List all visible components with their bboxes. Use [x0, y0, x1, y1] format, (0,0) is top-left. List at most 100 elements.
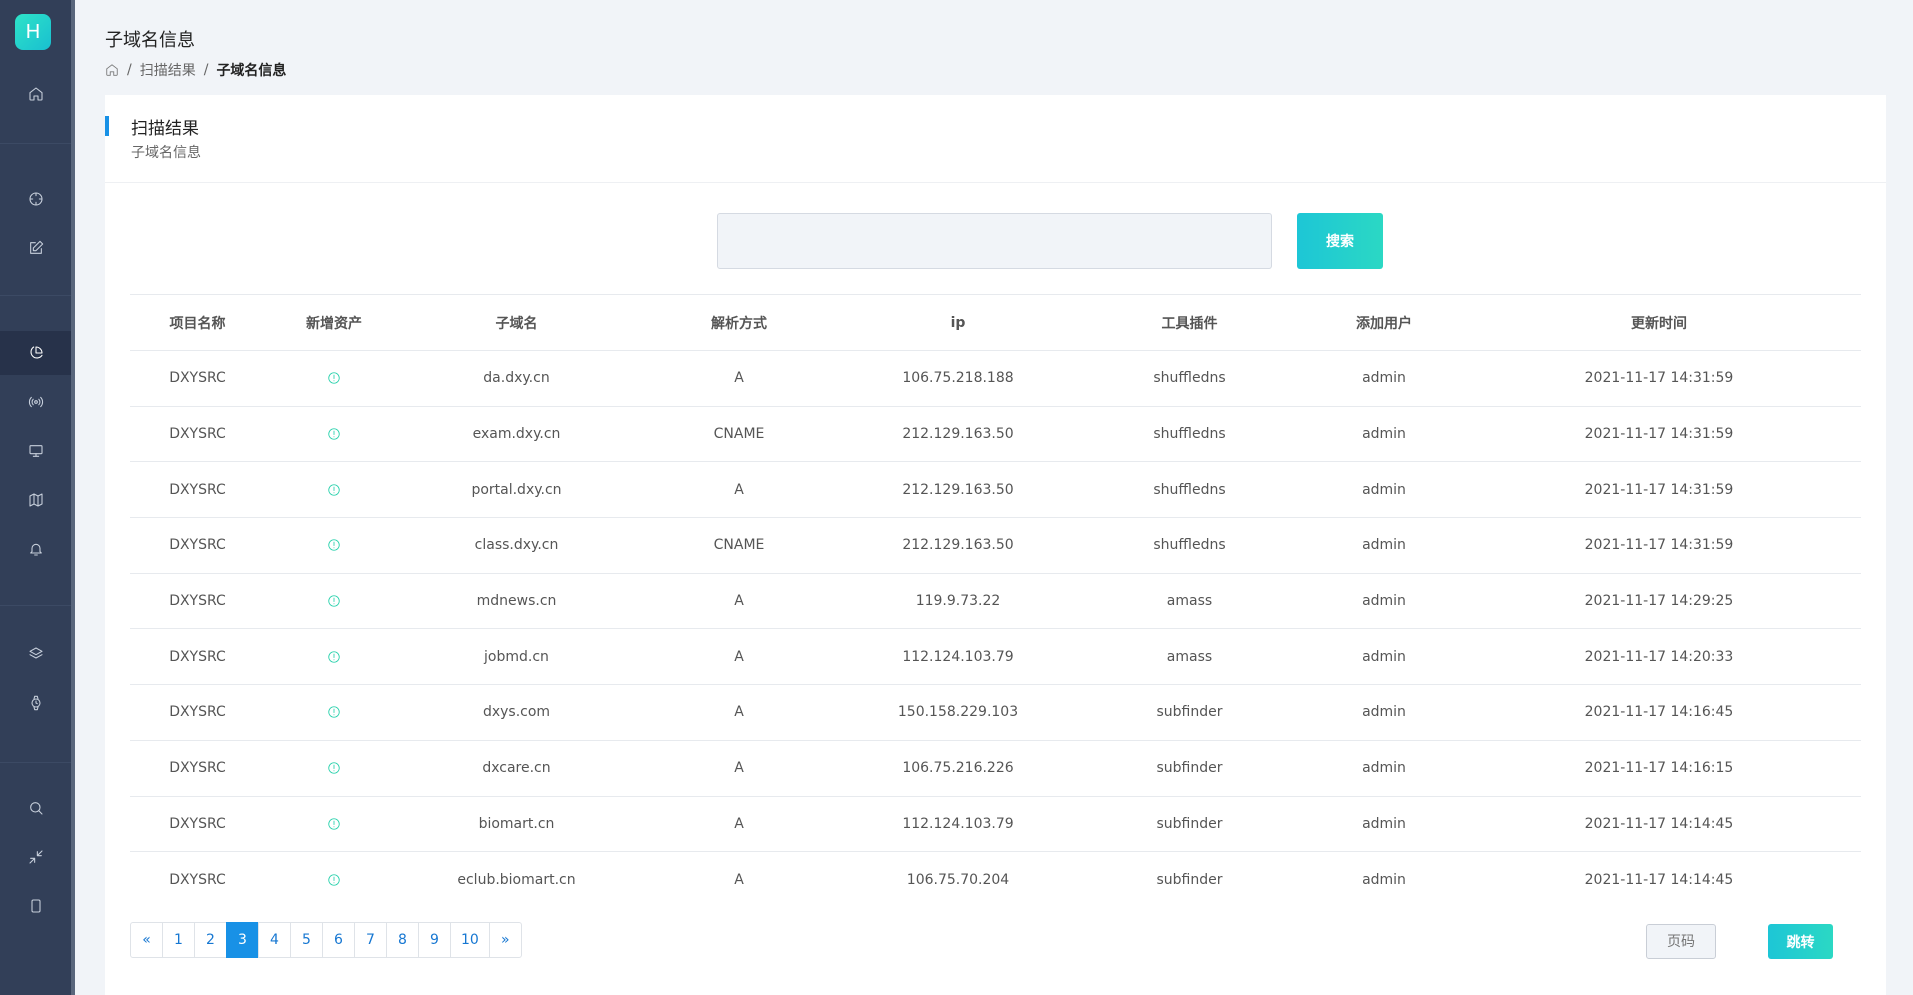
- cell-project: DXYSRC: [169, 871, 226, 888]
- cell-project: DXYSRC: [130, 573, 265, 630]
- cell-new-asset: [265, 573, 403, 630]
- sidebar-item-device[interactable]: [0, 884, 71, 928]
- sidebar-item-target[interactable]: [0, 177, 71, 221]
- app-logo[interactable]: H: [15, 14, 51, 50]
- cell-updated-time: 2021-11-17 14:16:45: [1457, 684, 1861, 741]
- cell-resolve-type: A: [630, 740, 848, 797]
- page-button[interactable]: 5: [290, 922, 323, 958]
- map-icon: [28, 493, 43, 507]
- page-button[interactable]: 2: [194, 922, 227, 958]
- breadcrumb-parent[interactable]: 扫描结果: [140, 60, 196, 80]
- table-row: DXYSRC biomart.cn A 112.124.103.79 subfinder…: [130, 796, 1861, 853]
- sidebar-item-home[interactable]: [0, 72, 71, 116]
- cell-new-asset: [265, 517, 403, 574]
- cell-user: admin: [1311, 406, 1457, 463]
- sidebar-item-search[interactable]: [0, 786, 71, 830]
- column-header-project: 项目名称: [130, 294, 265, 351]
- home-icon[interactable]: [105, 63, 119, 77]
- cell-project: DXYSRC: [130, 796, 265, 853]
- tablet-icon: [30, 899, 41, 913]
- cell-tool: subfinder: [1068, 684, 1311, 741]
- cell-new-asset: [265, 796, 403, 853]
- cell-subdomain: biomart.cn: [403, 796, 630, 853]
- sidebar-item-watch[interactable]: [0, 681, 71, 725]
- breadcrumb-separator: /: [127, 62, 132, 78]
- cell-updated-time: 2021-11-17 14:31:59: [1457, 461, 1861, 519]
- broadcast-icon: [28, 396, 43, 408]
- cell-subdomain: exam.dxy.cn: [403, 406, 630, 463]
- info-circle-icon[interactable]: [327, 483, 341, 497]
- cell-project: DXYSRC: [130, 628, 265, 686]
- home-icon: [28, 87, 43, 101]
- cell-project: DXYSRC: [130, 517, 265, 574]
- table-row: DXYSRC mdnews.cn A 119.9.73.22 amass admin 202…: [130, 573, 1861, 630]
- column-header-new-asset: 新增资产: [265, 294, 403, 351]
- table-row: DXYSRC eclub.biomart.cn A 106.75.70.204 subf…: [130, 852, 1861, 908]
- cell-ip: 112.124.103.79: [848, 796, 1068, 853]
- cell-ip: 106.75.70.204: [906, 871, 1010, 888]
- page-button[interactable]: 3: [226, 922, 259, 958]
- table-row: DXYSRC da.dxy.cn A 106.75.218.188 shuffledns…: [130, 350, 1861, 407]
- info-circle-icon[interactable]: [327, 371, 341, 385]
- info-circle-icon[interactable]: [327, 650, 341, 664]
- cell-user: admin: [1311, 628, 1457, 686]
- table-body: DXYSRC da.dxy.cn A 106.75.218.188 shuffledns…: [130, 350, 1861, 908]
- page-button[interactable]: 1: [162, 922, 195, 958]
- sidebar-item-edit[interactable]: [0, 226, 71, 270]
- sidebar-item-layers[interactable]: [0, 632, 71, 676]
- page-number-input[interactable]: [1646, 924, 1716, 959]
- cell-tool: shuffledns: [1068, 350, 1311, 407]
- cell-subdomain: eclub.biomart.cn: [457, 871, 576, 888]
- page-button[interactable]: 7: [354, 922, 387, 958]
- cell-resolve-type: A: [630, 628, 848, 686]
- page-next-button[interactable]: »: [488, 922, 522, 958]
- cell-resolve-type: CNAME: [630, 517, 848, 574]
- page-button[interactable]: 8: [386, 922, 419, 958]
- info-circle-icon[interactable]: [327, 594, 341, 608]
- sidebar-item-broadcast[interactable]: [0, 380, 71, 424]
- crosshair-icon: [28, 192, 43, 206]
- subdomain-table: 项目名称 新增资产 子域名 解析方式 ip 工具插件 添加用户 更新时间 DXY…: [130, 294, 1861, 907]
- breadcrumb: / 扫描结果 / 子域名信息: [105, 60, 286, 80]
- search-button[interactable]: 搜索: [1297, 213, 1383, 269]
- sidebar-item-notifications[interactable]: [0, 527, 71, 571]
- cell-tool: subfinder: [1156, 871, 1223, 888]
- jump-button[interactable]: 跳转: [1768, 924, 1833, 959]
- cell-user: admin: [1311, 461, 1457, 519]
- cell-updated-time: 2021-11-17 14:31:59: [1457, 350, 1861, 407]
- cell-subdomain: dxys.com: [403, 684, 630, 741]
- info-circle-icon[interactable]: [327, 761, 341, 775]
- table-row: DXYSRC exam.dxy.cn CNAME 212.129.163.50 shuf…: [130, 406, 1861, 463]
- cell-user: admin: [1311, 573, 1457, 630]
- cell-user: admin: [1362, 871, 1406, 888]
- search-input[interactable]: [717, 213, 1272, 269]
- page-button[interactable]: 6: [322, 922, 355, 958]
- monitor-icon: [28, 445, 43, 457]
- minimize-icon: [28, 850, 43, 864]
- bell-icon: [29, 543, 42, 556]
- cell-tool: subfinder: [1068, 796, 1311, 853]
- sidebar-item-collapse[interactable]: [0, 835, 71, 879]
- info-circle-icon[interactable]: [327, 873, 341, 887]
- page-button[interactable]: 10: [450, 922, 490, 958]
- page-prev-button[interactable]: «: [130, 922, 163, 958]
- cell-tool: shuffledns: [1068, 406, 1311, 463]
- cell-subdomain: class.dxy.cn: [403, 517, 630, 574]
- cell-resolve-type: A: [630, 350, 848, 407]
- sidebar-item-monitor[interactable]: [0, 429, 71, 473]
- table-row: DXYSRC class.dxy.cn CNAME 212.129.163.50 shu…: [130, 517, 1861, 574]
- cell-project: DXYSRC: [130, 740, 265, 797]
- page-button[interactable]: 9: [418, 922, 451, 958]
- column-header-updated: 更新时间: [1457, 294, 1861, 351]
- cell-resolve-type: A: [630, 461, 848, 519]
- info-circle-icon[interactable]: [327, 817, 341, 831]
- info-circle-icon[interactable]: [327, 538, 341, 552]
- column-header-subdomain: 子域名: [403, 294, 630, 351]
- info-circle-icon[interactable]: [327, 427, 341, 441]
- page-button[interactable]: 4: [258, 922, 291, 958]
- cell-subdomain: mdnews.cn: [403, 573, 630, 630]
- info-circle-icon[interactable]: [327, 705, 341, 719]
- sidebar-item-map[interactable]: [0, 478, 71, 522]
- sidebar-item-scan-results[interactable]: [0, 331, 71, 375]
- cell-project: DXYSRC: [130, 461, 265, 519]
